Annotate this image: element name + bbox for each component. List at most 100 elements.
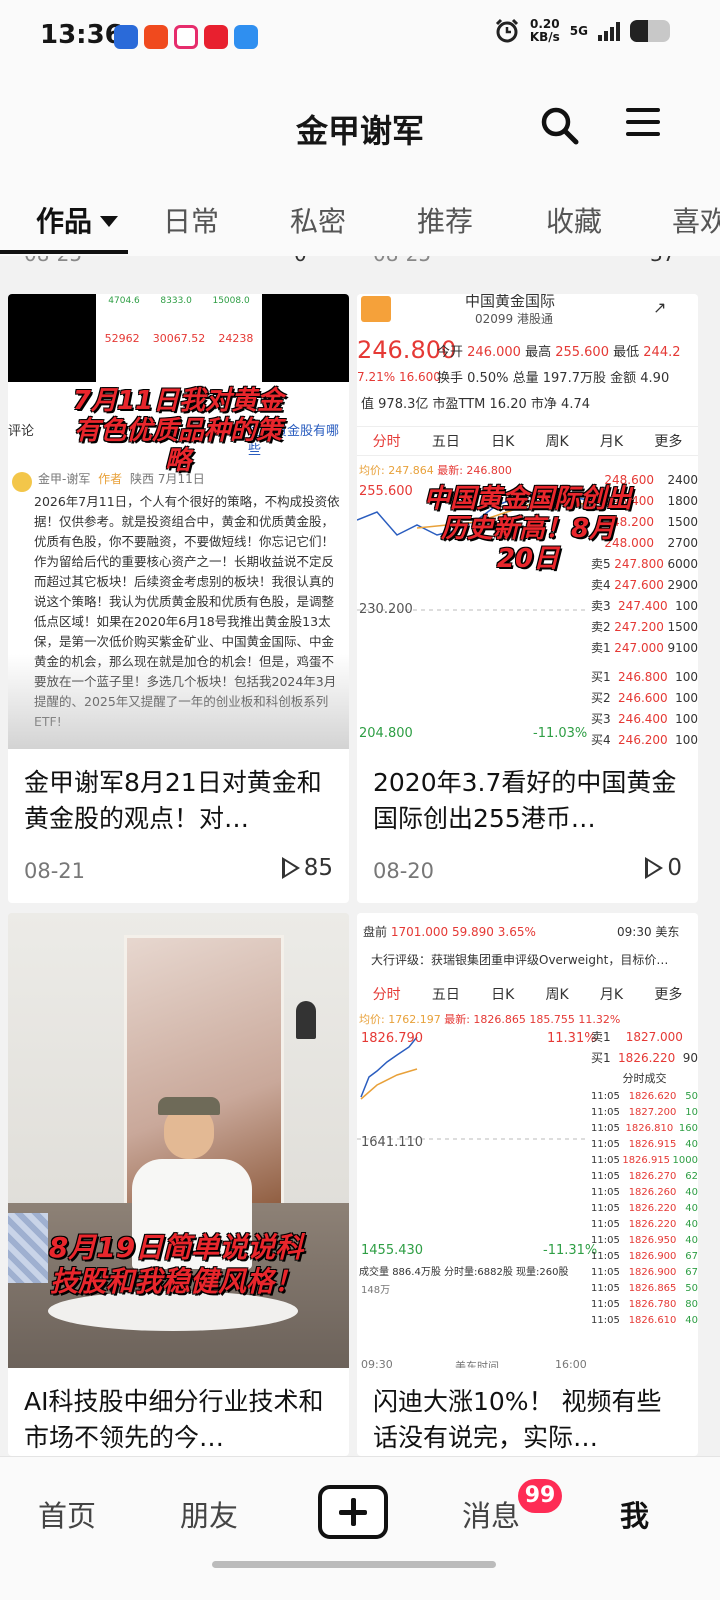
trade-cell: 11:05 <box>591 1251 620 1262</box>
video-card[interactable]: 盘前 1701.000 59.890 3.65% 09:30 美东 大行评级：获… <box>357 913 698 1456</box>
legend-label: 最新 <box>437 464 460 477</box>
stock-code-line: 02099 港股通 <box>475 310 553 327</box>
video-grid: 08-25 0 08-25 37 4704.6 8333.0 15008.0 5… <box>0 256 720 1456</box>
tab-likes[interactable]: 喜欢 <box>672 200 720 240</box>
nav-home[interactable]: 首页 <box>38 1493 96 1535</box>
order-cell: 买1 <box>591 670 611 684</box>
video-title: 闪迪大涨10%！ 视频有些话没有说完，实际… <box>373 1387 662 1452</box>
stat-value: 978.3亿 <box>378 397 429 412</box>
tab-favorites[interactable]: 收藏 <box>546 200 602 240</box>
page-title: 金甲谢军 <box>295 112 424 150</box>
order-row: 卖2 247.200 1500 <box>591 617 698 638</box>
video-card[interactable]: 8月19日简单说说科技股和我稳健风格！ AI科技股中细分行业技术和市场不领先的今… <box>8 913 349 1456</box>
bottom-nav: 首页 朋友 消息 99 我 <box>0 1456 720 1600</box>
time-end: 16:00 <box>555 1358 587 1368</box>
legend-value: 1826.865 <box>473 1013 526 1026</box>
red-app-icon <box>144 25 168 49</box>
trade-row: 11:05 1826.810 160 <box>591 1121 698 1137</box>
chart-tab[interactable]: 日K <box>491 431 514 451</box>
trade-row: 11:05 1826.220 40 <box>591 1201 698 1217</box>
thumb-fade <box>8 654 349 749</box>
menu-button[interactable] <box>626 108 660 142</box>
search-icon <box>541 107 579 145</box>
order-label: 买1 <box>591 1051 611 1065</box>
chart-tab[interactable]: 五日 <box>432 984 460 1004</box>
market-time: 09:30 美东 <box>617 925 680 939</box>
chart-tab[interactable]: 分时 <box>373 431 401 451</box>
trade-cell: 11:05 <box>591 1171 620 1182</box>
trade-cell: 40 <box>685 1187 698 1198</box>
video-card[interactable]: 中国黄金国际 02099 港股通 ↗ 246.800 7.21% 16.600 … <box>357 294 698 903</box>
order-cell: 买4 <box>591 733 611 747</box>
legend-label: 均价 <box>359 464 381 477</box>
legend-pct: 11.32% <box>578 1013 621 1026</box>
trade-cell: 160 <box>678 1123 698 1134</box>
profile-tabs: 作品 日常 私密 推荐 收藏 喜欢 <box>0 176 720 256</box>
trade-cell: 11:05 <box>591 1219 620 1230</box>
trade-cell: 50 <box>685 1283 698 1294</box>
home-indicator[interactable] <box>212 1561 496 1568</box>
trade-cell: 1826.620 <box>628 1091 677 1102</box>
app-logo-icon <box>361 296 391 322</box>
trade-cell: 1000 <box>672 1155 698 1166</box>
chart-tab[interactable]: 更多 <box>654 984 682 1004</box>
order-cell: 买3 <box>591 712 611 726</box>
thumb-num: 52962 <box>104 332 140 345</box>
chart-tab[interactable]: 更多 <box>654 431 682 451</box>
axis-low-pct: -11.31% <box>543 1243 598 1258</box>
stat-label: 市盈TTM <box>432 397 486 412</box>
stat-value: 197.7万股 <box>542 371 606 386</box>
tab-works[interactable]: 作品 <box>36 200 119 240</box>
stat-label: 换手 <box>437 371 464 386</box>
signal-icon <box>598 21 620 41</box>
search-button[interactable] <box>540 106 580 146</box>
thumb-num: 4704.6 <box>108 296 140 306</box>
trade-cell: 10 <box>685 1107 698 1118</box>
trade-row: 11:05 1826.915 40 <box>591 1137 698 1153</box>
trade-cell: 1826.810 <box>625 1123 674 1134</box>
time-mid: 美东时间 <box>455 1360 499 1368</box>
chart-tab[interactable]: 月K <box>600 431 623 451</box>
tab-label: 作品 <box>36 205 93 238</box>
order-gap <box>591 659 698 667</box>
stat-label: 市净 <box>530 397 557 412</box>
tab-daily[interactable]: 日常 <box>163 200 219 240</box>
trade-cell: 40 <box>685 1235 698 1246</box>
stat-label: 最低 <box>613 345 640 360</box>
volume-line: 成交量 886.4万股 分时量:6882股 现量:260股 <box>359 1263 569 1278</box>
order-cell: 246.800 <box>618 670 668 684</box>
nav-me[interactable]: 我 <box>620 1493 649 1535</box>
order-cell: 卖3 <box>591 599 611 613</box>
message-badge: 99 <box>518 1479 562 1513</box>
paw-app-icon <box>114 25 138 49</box>
trade-cell: 1826.220 <box>628 1219 677 1230</box>
tab-private[interactable]: 私密 <box>290 200 346 240</box>
menu-icon-line <box>626 120 660 124</box>
blue-app-icon <box>234 25 258 49</box>
chart-tab[interactable]: 周K <box>546 984 569 1004</box>
nav-friends[interactable]: 朋友 <box>180 1493 238 1535</box>
thumb-overlay-title: 中国黄金国际创出历史新高！8月20日 <box>423 484 632 574</box>
order-cell: 246.400 <box>618 712 668 726</box>
order-row: 卖1 247.000 9100 <box>591 638 698 659</box>
chart-tab[interactable]: 分时 <box>373 984 401 1004</box>
trade-cell: 40 <box>685 1139 698 1150</box>
trade-row: 11:05 1826.260 40 <box>591 1185 698 1201</box>
prev-video-plays: 0 <box>294 256 307 266</box>
order-row: 买1 246.800 100 <box>591 667 698 688</box>
video-card[interactable]: 4704.6 8333.0 15008.0 52962 30067.52 242… <box>8 294 349 903</box>
order-row: 卖3 247.400 100 <box>591 596 698 617</box>
thumb-table: 4704.6 8333.0 15008.0 52962 30067.52 242… <box>96 294 262 382</box>
chart-tab[interactable]: 日K <box>491 984 514 1004</box>
video-title: 2020年3.7看好的中国黄金国际创出255港币… <box>373 768 677 833</box>
order-buy: 买1 246.800 100 买2 246.600 100 买3 246.400 100 买4 24… <box>591 667 698 749</box>
create-button[interactable] <box>318 1485 388 1539</box>
chart-tab[interactable]: 周K <box>546 431 569 451</box>
order-cell: 100 <box>675 599 698 613</box>
chart-tab[interactable]: 五日 <box>432 431 460 451</box>
nav-messages[interactable]: 消息 <box>462 1493 520 1535</box>
trade-cell: 80 <box>685 1299 698 1310</box>
chart-tab[interactable]: 月K <box>600 984 623 1004</box>
order-cell: 246.200 <box>618 733 668 747</box>
tab-recommend[interactable]: 推荐 <box>417 200 473 240</box>
